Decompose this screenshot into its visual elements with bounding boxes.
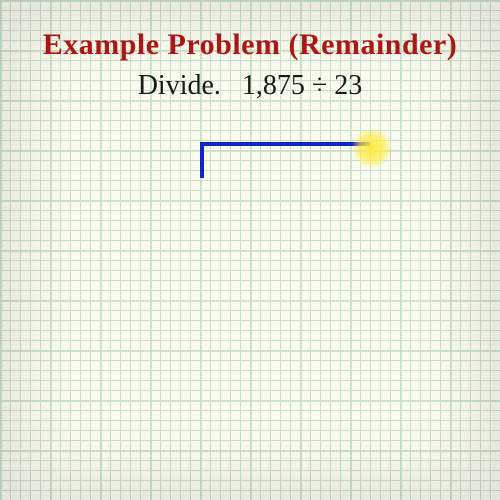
slide-title: Example Problem (Remainder): [0, 28, 500, 62]
instruction-label: Divide.: [138, 70, 221, 101]
division-bar-vertical: [200, 142, 204, 178]
problem-statement: Divide. 1,875 ÷ 23: [0, 70, 500, 102]
cursor-highlight-icon: [352, 128, 392, 168]
slide-content: Example Problem (Remainder) Divide. 1,87…: [0, 0, 500, 500]
long-division-bracket: [200, 142, 370, 192]
division-expression: 1,875 ÷ 23: [242, 70, 362, 101]
division-bar-horizontal: [200, 142, 370, 146]
